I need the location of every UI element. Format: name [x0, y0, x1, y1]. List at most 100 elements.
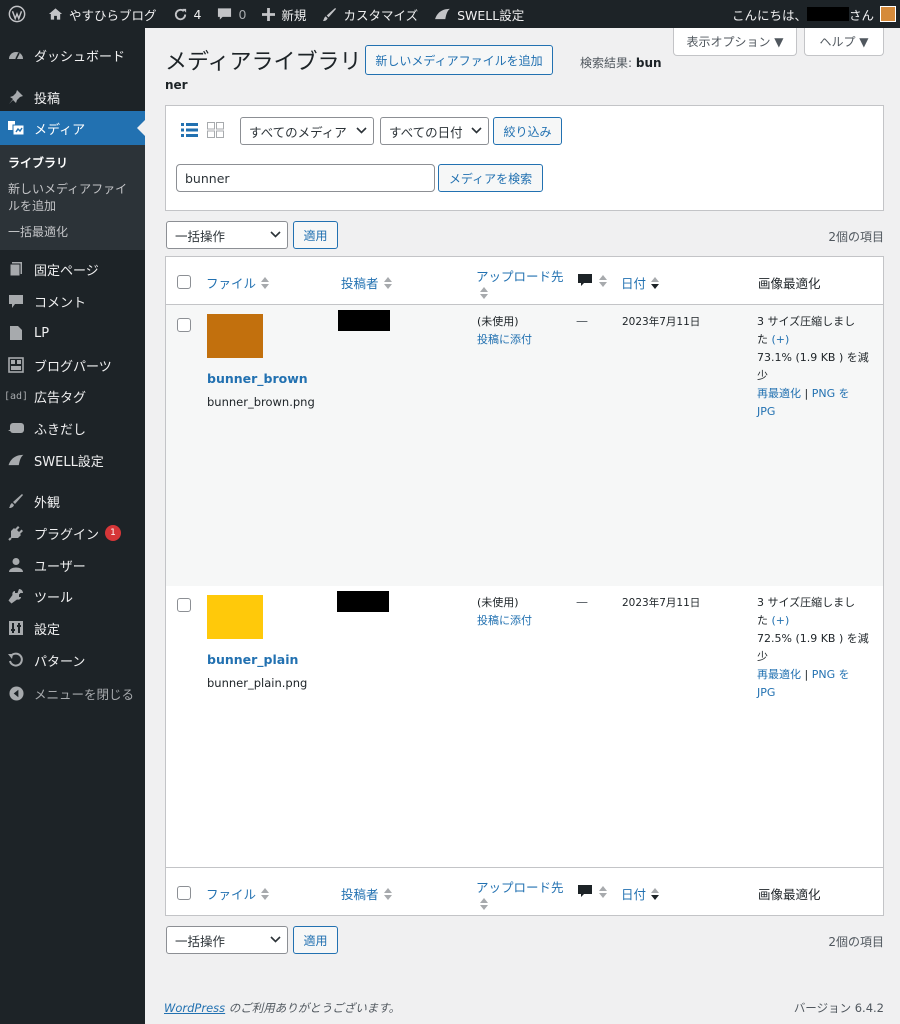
menu-patterns[interactable]: パターン	[0, 643, 145, 677]
menu-pages[interactable]: 固定ページ	[0, 252, 145, 286]
reoptimize-link[interactable]: 再最適化	[757, 387, 801, 400]
wordpress-logo-button[interactable]	[0, 0, 40, 28]
comment-bubble-icon	[578, 885, 592, 897]
customize-link[interactable]: カスタマイズ	[314, 0, 426, 28]
menu-ad-tags[interactable]: [ad] 広告タグ	[0, 379, 145, 413]
details-toggle[interactable]: (+)	[772, 614, 790, 627]
media-filename: bunner_brown.png	[207, 395, 315, 409]
menu-collapse[interactable]: メニューを閉じる	[0, 676, 145, 710]
media-thumbnail[interactable]	[207, 595, 263, 639]
brush-icon	[323, 7, 337, 21]
plus-icon	[262, 7, 276, 21]
help-toggle[interactable]: ヘルプ ▼	[804, 28, 884, 56]
png-to-jpg-link-cont[interactable]: JPG	[757, 403, 875, 421]
select-all-checkbox-bottom[interactable]	[177, 886, 191, 900]
row-checkbox[interactable]	[177, 318, 191, 332]
menu-comments[interactable]: コメント	[0, 284, 145, 318]
column-author[interactable]: 投稿者	[341, 884, 392, 903]
media-type-select[interactable]: すべてのメディア	[240, 117, 374, 145]
reoptimize-link[interactable]: 再最適化	[757, 668, 801, 681]
add-new-media-button[interactable]: 新しいメディアファイルを追加	[365, 45, 553, 75]
media-title-link[interactable]: bunner_plain	[207, 652, 298, 667]
sort-icon	[599, 274, 607, 287]
grid-view-icon[interactable]	[207, 122, 224, 138]
date-select[interactable]: すべての日付	[380, 117, 489, 145]
menu-dashboard[interactable]: ダッシュボード	[0, 38, 145, 72]
filter-button[interactable]: 絞り込み	[493, 117, 562, 145]
swell-settings-link[interactable]: SWELL設定	[426, 0, 532, 28]
png-to-jpg-link-cont[interactable]: JPG	[757, 684, 875, 702]
site-name-link[interactable]: やすひらブログ	[40, 0, 165, 28]
media-table: ファイル 投稿者 アップロード先 日付 画像最適化 bunner_brown b…	[165, 256, 884, 916]
greeting: こんにちは、	[731, 7, 807, 23]
pattern-icon	[6, 650, 26, 670]
updates-link[interactable]: 4	[165, 0, 210, 28]
search-media-button[interactable]: メディアを検索	[438, 164, 543, 192]
column-date[interactable]: 日付	[621, 884, 660, 903]
column-file[interactable]: ファイル	[206, 884, 270, 903]
comment-count: —	[576, 314, 588, 328]
column-uploaded-to[interactable]: アップロード先	[476, 266, 564, 299]
new-content-link[interactable]: 新規	[254, 0, 314, 28]
media-thumbnail[interactable]	[207, 314, 263, 358]
my-account[interactable]: こんにちは、 さん	[732, 0, 900, 28]
table-footer: ファイル 投稿者 アップロード先 日付 画像最適化	[166, 867, 883, 915]
select-all-checkbox[interactable]	[177, 275, 191, 289]
png-to-jpg-link[interactable]: PNG を	[812, 668, 850, 681]
author-redacted[interactable]	[337, 591, 389, 612]
page-title: メディアライブラリ	[165, 50, 362, 75]
menu-tools[interactable]: ツール	[0, 579, 145, 613]
chevron-down-icon	[356, 127, 367, 134]
column-optimization: 画像最適化	[758, 887, 821, 902]
uploaded-to: (未使用) 投稿に添付	[477, 594, 532, 630]
apply-button-top[interactable]: 適用	[293, 221, 338, 249]
admin-sidebar: ダッシュボード 投稿 メディア ライブラリ 新しいメディアファイルを追加 一括最…	[0, 28, 145, 1024]
row-checkbox[interactable]	[177, 598, 191, 612]
column-uploaded-to[interactable]: アップロード先	[476, 877, 564, 910]
menu-settings[interactable]: 設定	[0, 611, 145, 645]
avatar[interactable]	[880, 6, 896, 22]
search-term-continued: ner	[165, 78, 188, 92]
column-file[interactable]: ファイル	[206, 273, 270, 292]
comment-count: —	[576, 595, 588, 609]
submenu-library[interactable]: ライブラリ	[8, 155, 138, 172]
bulk-action-select-bottom[interactable]: 一括操作	[166, 926, 288, 954]
menu-appearance[interactable]: 外観	[0, 484, 145, 518]
new-label: 新規	[281, 7, 307, 23]
menu-posts[interactable]: 投稿	[0, 80, 145, 114]
dashboard-icon	[6, 45, 26, 65]
menu-blog-parts[interactable]: ブログパーツ	[0, 348, 145, 382]
bulk-action-select-top[interactable]: 一括操作	[166, 221, 288, 249]
media-title-link[interactable]: bunner_brown	[207, 371, 308, 386]
column-comments[interactable]	[578, 885, 607, 898]
menu-swell-settings[interactable]: SWELL設定	[0, 443, 145, 477]
attach-link[interactable]: 投稿に添付	[477, 612, 532, 630]
column-comments[interactable]	[578, 274, 607, 287]
apply-button-bottom[interactable]: 適用	[293, 926, 338, 954]
png-to-jpg-link[interactable]: PNG を	[812, 387, 850, 400]
column-author[interactable]: 投稿者	[341, 273, 392, 292]
attach-link[interactable]: 投稿に添付	[477, 331, 532, 349]
swell-icon	[6, 450, 26, 470]
menu-plugins[interactable]: プラグイン 1	[0, 516, 145, 550]
menu-lp[interactable]: LP	[0, 316, 145, 350]
search-result-label: 検索結果: bun	[580, 56, 662, 70]
media-search-input[interactable]: bunner	[176, 164, 435, 192]
menu-users[interactable]: ユーザー	[0, 548, 145, 582]
screen-options-toggle[interactable]: 表示オプション ▼	[673, 28, 797, 56]
submenu-bulk-optimize[interactable]: 一括最適化	[8, 224, 138, 241]
comments-link[interactable]: 0	[209, 0, 254, 28]
menu-speech-bubbles[interactable]: ふきだし	[0, 411, 145, 445]
wordpress-link[interactable]: WordPress	[164, 1001, 225, 1015]
media-icon	[6, 118, 26, 138]
greeting-suffix: さん	[848, 7, 874, 23]
author-redacted[interactable]	[338, 310, 390, 331]
menu-media[interactable]: メディア	[0, 111, 145, 145]
swell-icon	[435, 8, 451, 19]
details-toggle[interactable]: (+)	[772, 333, 790, 346]
submenu-add-new[interactable]: 新しいメディアファイルを追加	[8, 181, 138, 215]
column-date[interactable]: 日付	[621, 273, 660, 292]
comment-bubble-icon	[218, 8, 232, 20]
pin-icon	[6, 87, 26, 107]
list-view-icon[interactable]	[181, 122, 198, 138]
